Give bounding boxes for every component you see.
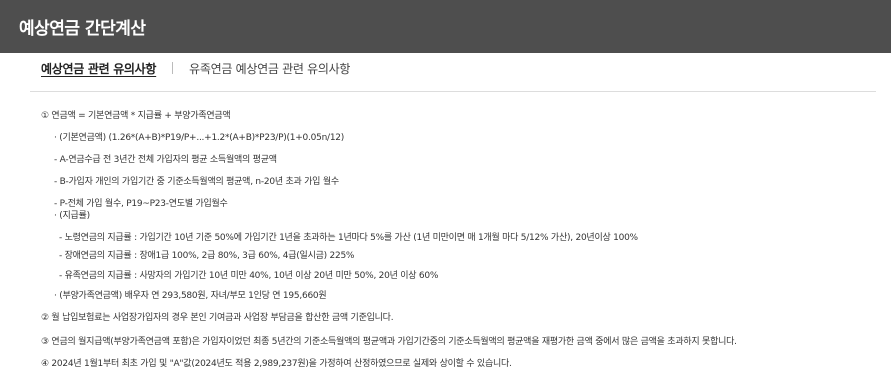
note-1-p-definition: - P-전체 가입 월수, P19~P23-연도별 가입월수 bbox=[54, 199, 228, 209]
tab-bar: 예상연금 관련 유의사항 유족연금 예상연금 관련 유의사항 bbox=[41, 58, 350, 78]
note-1-disability-rate: - 장애연금의 지급률 : 장애1급 100%, 2급 80%, 3급 60%,… bbox=[59, 251, 355, 261]
note-1-old-age-rate: - 노령연금의 지급률 : 가입기간 10년 기준 50%에 가입기간 1년을 … bbox=[59, 233, 638, 243]
tab-separator bbox=[172, 62, 174, 74]
note-1-survivor-rate: - 유족연금의 지급률 : 사망자의 가입기간 10년 미만 40%, 10년 … bbox=[59, 271, 439, 281]
tab-pension-notes[interactable]: 예상연금 관련 유의사항 bbox=[41, 60, 156, 77]
note-1: ① 연금액 = 기본연금액 * 지급률 + 부양가족연금액 bbox=[41, 111, 231, 121]
divider bbox=[30, 91, 876, 92]
note-1-b-definition: - B-가입자 개인의 가입기간 중 기준소득월액의 평균액, n-20년 초과… bbox=[54, 177, 339, 187]
note-1-base-amount: · (기본연금액) (1.26*(A+B)*P19/P+...+1.2*(A+B… bbox=[54, 133, 345, 143]
note-3: ③ 연금의 월지급액(부양가족연금액 포함)은 가입자이었던 최종 5년간의 기… bbox=[41, 337, 737, 347]
tab-survivor-pension-notes[interactable]: 유족연금 예상연금 관련 유의사항 bbox=[189, 60, 350, 77]
page-title: 예상연금 간단계산 bbox=[19, 19, 146, 39]
page-title-bar: 예상연금 간단계산 bbox=[0, 0, 891, 53]
note-1-a-definition: - A-연금수급 전 3년간 전체 가입자의 평균 소득월액의 평균액 bbox=[54, 155, 277, 165]
note-1-payment-rate: · (지급률) bbox=[54, 211, 90, 221]
note-2: ② 월 납입보험료는 사업장가입자의 경우 본인 기여금과 사업장 부담금을 합… bbox=[41, 313, 394, 323]
note-4: ④ 2024년 1월1부터 최초 가입 및 "A"값(2024년도 적용 2,9… bbox=[41, 359, 512, 369]
note-1-dependent-amount: · (부양가족연금액) 배우자 연 293,580원, 자녀/부모 1인당 연 … bbox=[54, 291, 327, 301]
